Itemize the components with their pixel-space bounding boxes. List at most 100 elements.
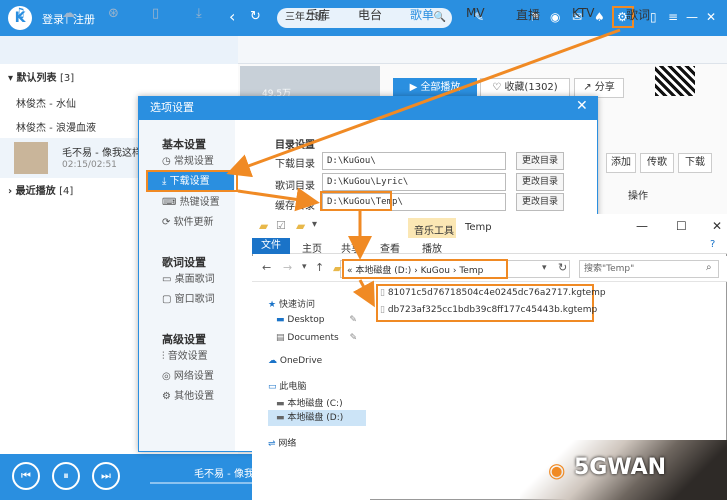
cache-dir-label: 缓存目录: [275, 201, 315, 212]
tab-lyrics[interactable]: 歌词: [626, 6, 650, 23]
explorer-title: Temp: [465, 222, 492, 233]
recent-dropdown-icon[interactable]: ▾: [302, 262, 307, 272]
download-dir-label: 下载目录: [275, 159, 315, 170]
dialog-title: 选项设置: [138, 96, 598, 120]
explorer-minimize-icon[interactable]: —: [636, 219, 648, 233]
file-item[interactable]: ▯ db723af325cc1bdb39c8ff177c45443b.kgtem…: [380, 305, 597, 315]
favorite-button[interactable]: ♡ 收藏(1302): [480, 78, 570, 98]
radio-icon[interactable]: ⊛: [108, 6, 119, 21]
new-folder-icon[interactable]: ▰: [296, 219, 305, 233]
settings-hotkey[interactable]: ⌨ 热键设置: [148, 193, 234, 213]
tree-network[interactable]: ⇌ 网络: [268, 436, 296, 449]
ribbon-tab-file[interactable]: 文件: [252, 238, 290, 254]
back-icon[interactable]: ←: [262, 261, 271, 274]
settings-network[interactable]: ◎ 网络设置: [148, 367, 234, 387]
settings-update[interactable]: ⟳ 软件更新: [148, 213, 234, 233]
ribbon-tab-share[interactable]: 共享: [341, 240, 361, 255]
tree-drive-c[interactable]: ▬ 本地磁盘 (C:): [276, 396, 343, 409]
tab-ktv[interactable]: KTV: [572, 6, 594, 20]
download-dir-input[interactable]: D:\KuGou\: [322, 152, 506, 170]
prev-button[interactable]: ⏮: [12, 462, 40, 490]
tab-mv[interactable]: MV: [466, 6, 485, 20]
file-item[interactable]: ▯ 81071c5d76718504c4e0245dc76a2717.kgtem…: [380, 288, 606, 298]
help-icon[interactable]: ?: [710, 239, 715, 250]
shirt-icon[interactable]: ♠: [594, 10, 605, 24]
search-icon[interactable]: 🔍: [434, 8, 446, 28]
lyric-dir-input[interactable]: D:\KuGou\Lyric\: [322, 173, 506, 191]
settings-audio[interactable]: ⫶ 音效设置: [148, 347, 234, 367]
change-cache-dir-button[interactable]: 更改目录: [516, 193, 564, 211]
change-lyric-dir-button[interactable]: 更改目录: [516, 173, 564, 191]
add-button[interactable]: 添加: [606, 153, 636, 173]
tree-quick-access[interactable]: ★ 快速访问: [268, 297, 315, 310]
download-settings-highlight: [146, 170, 238, 192]
playlist-cover: [240, 66, 380, 96]
ribbon-tab-play[interactable]: 播放: [422, 240, 442, 255]
explorer-search-icon[interactable]: ⌕: [706, 262, 712, 273]
tree-drive-d[interactable]: ▬ 本地磁盘 (D:): [268, 410, 366, 426]
tree-this-pc[interactable]: ▭ 此电脑: [268, 379, 306, 392]
qr-code: [655, 66, 695, 96]
up-icon[interactable]: ↑: [315, 261, 324, 274]
settings-window-lyrics[interactable]: ▢ 窗口歌词: [148, 290, 234, 310]
explorer-close-icon[interactable]: ✕: [712, 219, 722, 233]
tab-live[interactable]: 直播: [516, 6, 540, 23]
explorer-maximize-icon[interactable]: ☐: [676, 219, 687, 233]
change-download-dir-button[interactable]: 更改目录: [516, 152, 564, 170]
watermark-logo-icon: ◉: [548, 458, 566, 482]
lyric-dir-label: 歌词目录: [275, 181, 315, 192]
refresh-icon[interactable]: ↻: [250, 9, 261, 24]
ops-column-header: 操作: [628, 191, 648, 202]
tree-documents[interactable]: ▤ Documents ✎: [276, 333, 357, 343]
address-refresh-icon[interactable]: ↻: [558, 261, 567, 274]
address-highlight: [342, 259, 508, 279]
progress-bar[interactable]: [150, 482, 252, 484]
section-title: 目录设置: [275, 140, 315, 151]
group-lyrics: 歌词设置: [162, 256, 206, 269]
download-icon[interactable]: ⤓: [196, 6, 202, 21]
group-basic: 基本设置: [162, 138, 206, 151]
folder-icon: ▰: [259, 219, 269, 233]
mobile-icon[interactable]: ▯: [650, 10, 657, 24]
play-all-button[interactable]: ▶ 全部播放: [393, 78, 477, 98]
tree-desktop[interactable]: ▬ Desktop ✎: [276, 315, 357, 325]
music-note-icon[interactable]: ♫: [14, 6, 26, 21]
default-list-header[interactable]: ▾ 默认列表 [3]: [0, 68, 238, 90]
send-song-button[interactable]: 传歌: [640, 153, 674, 173]
album-art: [14, 142, 48, 174]
address-folder-icon: ▰: [333, 262, 342, 275]
tab-radio[interactable]: 电台: [358, 6, 382, 23]
settings-other[interactable]: ⚙ 其他设置: [148, 387, 234, 407]
tab-playlist[interactable]: 歌单: [410, 6, 434, 23]
tree-onedrive[interactable]: ☁ OneDrive: [268, 356, 322, 366]
pause-button[interactable]: ⏸: [52, 462, 80, 490]
watermark-text: 5GWAN: [574, 455, 667, 480]
properties-icon[interactable]: ☑: [276, 219, 286, 232]
quick-access-dropdown-icon[interactable]: ▾: [312, 219, 317, 230]
close-icon[interactable]: ✕: [706, 10, 716, 24]
group-advanced: 高级设置: [162, 333, 206, 346]
explorer-search-input[interactable]: 搜索"Temp": [579, 260, 719, 278]
back-arrow-icon[interactable]: ‹: [229, 7, 235, 26]
dialog-close-icon[interactable]: ✕: [576, 98, 588, 114]
cloud-icon[interactable]: ☁: [62, 6, 75, 21]
now-playing-time: 02:15/02:51: [62, 160, 117, 170]
ribbon-tab-view[interactable]: 查看: [380, 240, 400, 255]
music-tools-label: 音乐工具: [414, 226, 454, 237]
game-icon[interactable]: ◉: [550, 10, 560, 24]
settings-general[interactable]: ◷ 常规设置: [148, 152, 234, 172]
login-link[interactable]: 登录: [42, 11, 64, 27]
ribbon-tab-home[interactable]: 主页: [302, 240, 322, 255]
forward-icon[interactable]: →: [283, 261, 292, 274]
minimize-icon[interactable]: —: [686, 10, 698, 24]
menu-icon[interactable]: ≡: [668, 10, 678, 24]
download-button[interactable]: 下载: [678, 153, 712, 173]
settings-desktop-lyrics[interactable]: ▭ 桌面歌词: [148, 270, 234, 290]
address-dropdown-icon[interactable]: ▾: [542, 263, 547, 273]
share-button[interactable]: ↗ 分享: [574, 78, 624, 98]
tab-library[interactable]: 乐库: [306, 6, 330, 23]
register-link[interactable]: 注册: [73, 11, 95, 27]
next-button[interactable]: ⏭: [92, 462, 120, 490]
ribbon-tabs: [252, 238, 727, 254]
phone-icon[interactable]: ▯: [152, 6, 159, 21]
